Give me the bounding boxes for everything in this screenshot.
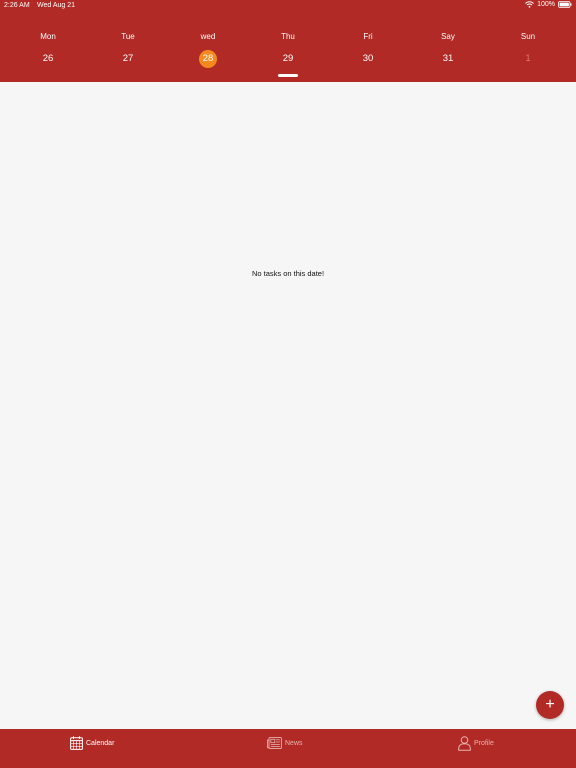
tab-calendar[interactable]: Calendar [70, 735, 114, 751]
day-tue[interactable]: Tue 27 [88, 30, 168, 70]
day-sat[interactable]: Say 31 [408, 30, 488, 70]
status-time: 2:26 AM [4, 2, 30, 9]
newspaper-icon [267, 737, 282, 749]
day-wed[interactable]: wed 28 [168, 30, 248, 70]
tab-bar: Calendar News Profile [0, 729, 576, 768]
week-strip: Mon 26 Tue 27 wed 28 Thu 29 Fri 30 Say 3… [0, 30, 576, 70]
day-name: Thu [281, 32, 295, 41]
day-mon[interactable]: Mon 26 [8, 30, 88, 70]
status-bar: 2:26 AM Wed Aug 21 100% [0, 0, 576, 12]
status-indicators: 100% [525, 1, 572, 8]
add-task-button[interactable]: + [536, 691, 564, 719]
day-sun[interactable]: Sun 1 [488, 30, 568, 70]
day-name: Say [441, 32, 455, 41]
battery-icon [558, 1, 572, 8]
battery-percent: 100% [537, 1, 555, 8]
tab-news[interactable]: News [267, 735, 303, 751]
day-name: Mon [40, 32, 56, 41]
day-number: 30 [362, 53, 374, 64]
tab-news-label: News [285, 739, 303, 747]
calendar-icon [70, 736, 83, 750]
selected-day-number: 28 [199, 50, 217, 68]
day-number: 1 [525, 53, 531, 64]
status-date: Wed Aug 21 [37, 2, 76, 9]
day-thu[interactable]: Thu 29 [248, 30, 328, 70]
calendar-header: 2:26 AM Wed Aug 21 100% Mon 26 Tue 27 we… [0, 0, 576, 82]
day-fri[interactable]: Fri 30 [328, 30, 408, 70]
day-number: 29 [282, 53, 294, 64]
day-number: 26 [42, 53, 54, 64]
day-name: Fri [363, 32, 373, 41]
tab-profile-label: Profile [474, 739, 494, 747]
empty-state-message: No tasks on this date! [251, 269, 325, 278]
day-name: Tue [121, 32, 135, 41]
wifi-icon [525, 1, 534, 8]
tab-profile[interactable]: Profile [458, 735, 494, 751]
day-name: wed [200, 32, 216, 41]
person-icon [458, 735, 471, 751]
day-name: Sun [520, 32, 536, 41]
drag-handle[interactable] [278, 74, 298, 77]
tab-calendar-label: Calendar [86, 739, 115, 747]
day-number: 31 [442, 53, 454, 64]
day-number: 27 [122, 53, 134, 64]
